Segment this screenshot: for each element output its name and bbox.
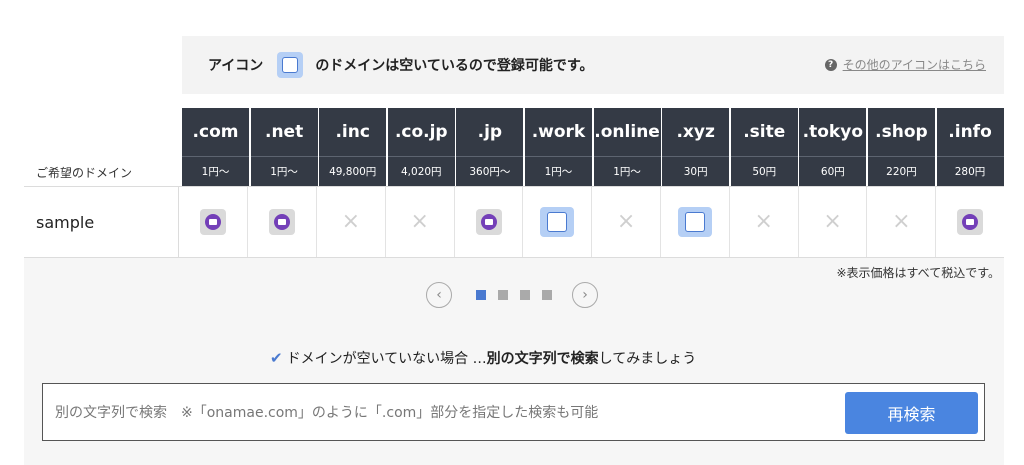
unavailable-icon: ×	[341, 209, 361, 234]
result-cell[interactable]	[179, 187, 249, 257]
tld-label: .shop	[867, 108, 935, 157]
pager-dot[interactable]	[520, 290, 530, 300]
pager: ‹ ›	[426, 282, 598, 308]
result-cell: ×	[799, 187, 868, 257]
mail-icon[interactable]	[269, 209, 296, 235]
tld-price: 1円〜	[544, 166, 573, 178]
tld-label: .info	[936, 108, 1004, 157]
mail-icon[interactable]	[200, 209, 227, 235]
tld-column-1: .net 1円〜	[250, 108, 318, 186]
help-icon: ?	[824, 58, 837, 71]
tld-price: 4,020円	[401, 166, 442, 178]
tld-label: .jp	[456, 108, 524, 157]
available-checkbox-icon[interactable]	[677, 207, 712, 237]
tld-column-5: .work 1円〜	[524, 108, 592, 186]
tld-column-0: .com 1円〜	[182, 108, 249, 186]
tld-label: .inc	[319, 108, 387, 157]
research-button[interactable]: 再検索	[845, 392, 978, 434]
tld-label: .tokyo	[799, 108, 867, 157]
unavailable-icon: ×	[823, 209, 842, 234]
wish-domain-label: ご希望のドメイン	[36, 166, 133, 180]
legend-text: のドメインは空いているので登録可能です。	[315, 58, 594, 74]
prev-arrow-icon[interactable]: ‹	[426, 282, 452, 308]
tld-column-3: .co.jp 4,020円	[387, 108, 455, 186]
result-row: sample × × × × × ×	[24, 186, 1004, 258]
tld-label: .work	[524, 108, 592, 157]
result-cell[interactable]	[248, 187, 317, 257]
tld-header: .com 1円〜 .net 1円〜 .inc 49,800円 .co.jp 4,020円 .jp…	[182, 108, 1004, 186]
hint-bold: 別の文字列で検索	[486, 351, 599, 367]
result-cell: ×	[730, 187, 799, 257]
available-checkbox-icon[interactable]	[540, 207, 575, 237]
result-cell: ×	[317, 187, 386, 257]
tld-column-2: .inc 49,800円	[319, 108, 387, 186]
other-icons-link-text[interactable]: その他のアイコンはこちら	[843, 56, 986, 73]
tld-label: .co.jp	[387, 108, 455, 157]
tld-label: .xyz	[662, 108, 730, 157]
tld-column-10: .shop 220円	[867, 108, 935, 186]
tld-label: .net	[250, 108, 318, 157]
search-term: sample	[24, 187, 180, 257]
unavailable-icon: ×	[892, 209, 911, 234]
tld-label: .online	[593, 108, 661, 157]
tld-price: 50円	[752, 166, 777, 178]
tld-column-4: .jp 360円〜	[456, 108, 524, 186]
unavailable-icon: ×	[616, 209, 636, 234]
research-box: 再検索	[42, 383, 985, 441]
icon-legend: アイコン のドメインは空いているので登録可能です。 ? その他のアイコンはこちら	[182, 36, 1004, 94]
result-cell[interactable]	[523, 187, 593, 257]
mail-icon[interactable]	[475, 209, 502, 235]
tld-column-6: .online 1円〜	[593, 108, 661, 186]
legend-lead: アイコン	[208, 58, 264, 74]
available-icon	[277, 52, 304, 78]
tld-price: 360円〜	[469, 166, 511, 178]
pager-dot[interactable]	[542, 290, 552, 300]
search-hint: ✔ ドメインが空いていない場合 … 別の文字列で検索 してみましょう	[270, 348, 696, 368]
tld-price: 60円	[820, 166, 845, 178]
mail-icon[interactable]	[957, 209, 984, 235]
search-input[interactable]	[53, 394, 837, 432]
result-cell: ×	[386, 187, 455, 257]
tld-column-11: .info 280円	[936, 108, 1004, 186]
tld-price: 1円〜	[201, 166, 230, 178]
pager-dots	[476, 290, 552, 300]
tld-label: .site	[730, 108, 798, 157]
tld-price: 220円	[886, 166, 917, 178]
result-cell[interactable]	[455, 187, 524, 257]
tld-label: .com	[182, 108, 249, 157]
tld-price: 49,800円	[329, 166, 377, 178]
result-cell: ×	[592, 187, 662, 257]
result-cell[interactable]	[661, 187, 730, 257]
tld-column-8: .site 50円	[730, 108, 798, 186]
tax-note: ※表示価格はすべて税込です。	[836, 266, 1000, 280]
tld-price: 1円〜	[613, 166, 641, 178]
pager-dot[interactable]	[498, 290, 508, 300]
hint-pre: ドメインが空いていない場合 …	[286, 351, 487, 367]
unavailable-icon: ×	[410, 209, 429, 234]
result-cell: ×	[867, 187, 937, 257]
tld-column-7: .xyz 30円	[662, 108, 730, 186]
tld-column-9: .tokyo 60円	[799, 108, 867, 186]
hint-post: してみましょう	[598, 351, 697, 367]
tld-price: 30円	[683, 166, 708, 178]
result-cell[interactable]	[936, 187, 1004, 257]
pager-dot[interactable]	[476, 290, 486, 300]
other-icons-link[interactable]: ? その他のアイコンはこちら	[824, 56, 986, 73]
tld-price: 1円〜	[270, 166, 298, 178]
check-icon: ✔	[270, 349, 283, 367]
tld-price: 280円	[954, 166, 986, 178]
next-arrow-icon[interactable]: ›	[572, 282, 598, 308]
unavailable-icon: ×	[754, 209, 773, 234]
